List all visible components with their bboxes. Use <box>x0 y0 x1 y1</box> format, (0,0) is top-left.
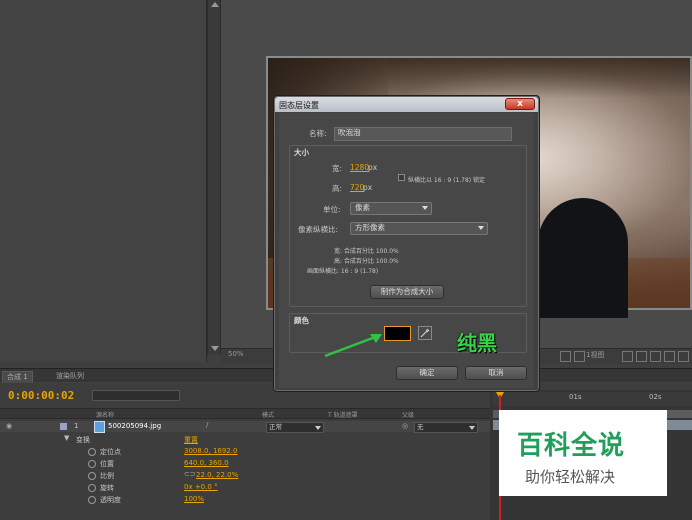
stopwatch-icon[interactable] <box>88 496 96 504</box>
quality-icon[interactable]: / <box>206 421 208 429</box>
transform-reset-link[interactable]: 重置 <box>184 435 198 445</box>
person-silhouette <box>538 198 628 318</box>
dialog-close-button[interactable]: x <box>505 98 535 110</box>
info-height: 高: 合成百分比 100.0% <box>334 258 399 265</box>
lock-aspect-checkbox[interactable] <box>398 174 405 181</box>
eye-icon[interactable]: ◉ <box>6 422 12 430</box>
stopwatch-icon[interactable] <box>88 448 96 456</box>
width-label: 宽: <box>332 164 343 173</box>
col-parent[interactable]: 父级 <box>402 410 414 419</box>
make-comp-size-button[interactable]: 制作为合成大小 <box>370 285 444 299</box>
pixel-aspect-label: 像素纵横比: <box>298 225 339 234</box>
show-snapshot-icon[interactable] <box>664 351 675 362</box>
stopwatch-icon[interactable] <box>88 484 96 492</box>
image-file-icon <box>94 421 105 433</box>
grid-icon[interactable] <box>574 351 585 362</box>
property-label: 位置 <box>100 460 114 468</box>
annotation-arrow <box>324 334 382 358</box>
stopwatch-icon[interactable] <box>88 472 96 480</box>
view-layout-select[interactable]: 1视图 <box>586 350 604 360</box>
layer-row[interactable]: ◉ 1 500205094.jpg / 正常 ◎ 无 <box>0 421 490 433</box>
dialog-title: 固态层设置 <box>279 101 319 110</box>
height-unit: px <box>363 183 373 192</box>
transform-row[interactable]: ▼ 变换 重置 <box>0 434 490 445</box>
units-label: 单位: <box>323 205 341 214</box>
ruler-mark-2s: 02s <box>649 393 662 401</box>
property-value[interactable]: 100% <box>184 495 204 503</box>
property-value[interactable]: 3008.0, 1692.0 <box>184 447 237 455</box>
expand-triangle-icon[interactable]: ▼ <box>64 434 69 442</box>
property-row[interactable]: 比例 ⊂⊃ 22.0, 22.0% <box>0 470 490 481</box>
fast-preview-icon[interactable] <box>560 351 571 362</box>
property-value[interactable]: 640.0, 360.0 <box>184 459 229 467</box>
eyedropper-icon[interactable] <box>418 326 432 340</box>
name-label: 名称: <box>309 129 327 138</box>
size-group-label: 大小 <box>294 148 309 157</box>
toggle-pixel-icon[interactable] <box>622 351 633 362</box>
parent-pick-whip-icon[interactable]: ◎ <box>402 422 408 430</box>
info-frame-aspect: 画面纵横比: 16 : 9 (1.78) <box>307 268 379 275</box>
layer-column-header: 源名称 模式 T 轨道遮罩 父级 <box>0 408 490 419</box>
channel-icon[interactable] <box>678 351 689 362</box>
property-value[interactable]: 0x +0.0 ° <box>184 483 218 491</box>
parent-select[interactable]: 无 <box>414 422 478 433</box>
cancel-button[interactable]: 取消 <box>465 366 527 380</box>
pixel-aspect-select[interactable]: 方形像素 <box>350 222 488 235</box>
scroll-down-icon[interactable] <box>211 346 219 351</box>
tab-render-queue[interactable]: 渲染队列 <box>52 371 88 382</box>
layer-name[interactable]: 500205094.jpg <box>108 422 161 430</box>
annotation-label: 纯黑 <box>457 331 497 355</box>
ruler-mark-1s: 01s <box>569 393 582 401</box>
blend-mode-select[interactable]: 正常 <box>266 422 324 433</box>
property-label: 定位点 <box>100 448 121 456</box>
ok-button[interactable]: 确定 <box>396 366 458 380</box>
property-row[interactable]: 定位点 3008.0, 1692.0 <box>0 446 490 457</box>
layer-label-color[interactable] <box>60 423 67 430</box>
height-label: 高: <box>332 184 343 193</box>
transform-label: 变换 <box>76 436 90 444</box>
project-panel <box>0 0 207 362</box>
property-row[interactable]: 位置 640.0, 360.0 <box>0 458 490 469</box>
stopwatch-icon[interactable] <box>88 460 96 468</box>
col-track-matte[interactable]: T 轨道遮罩 <box>328 410 358 419</box>
info-width: 宽: 合成百分比 100.0% <box>334 248 399 255</box>
col-source-name[interactable]: 源名称 <box>96 410 114 419</box>
units-select[interactable]: 像素 <box>350 202 432 215</box>
property-label: 透明度 <box>100 496 121 504</box>
reset-exposure-icon[interactable] <box>636 351 647 362</box>
watermark-title: 百科全说 <box>517 431 626 461</box>
col-mode[interactable]: 模式 <box>262 410 274 419</box>
name-input[interactable]: 吹泡泡 <box>334 127 512 141</box>
property-row[interactable]: 旋转 0x +0.0 ° <box>0 482 490 493</box>
property-label: 旋转 <box>100 484 114 492</box>
property-label: 比例 <box>100 472 114 480</box>
watermark-subtitle: 助你轻松解决 <box>525 468 616 486</box>
scroll-up-icon[interactable] <box>211 2 219 7</box>
lock-aspect-label: 纵横比以 16 : 9 (1.78) 锁定 <box>408 177 486 184</box>
property-row[interactable]: 透明度 100% <box>0 494 490 505</box>
property-value[interactable]: 22.0, 22.0% <box>196 471 238 479</box>
time-ruler[interactable]: 01s 02s <box>493 392 692 406</box>
current-timecode[interactable]: 0:00:00:02 <box>8 389 74 402</box>
layer-index: 1 <box>74 422 79 430</box>
width-unit: px <box>368 163 378 172</box>
snapshot-icon[interactable] <box>650 351 661 362</box>
constrain-link-icon[interactable]: ⊂⊃ <box>184 470 196 478</box>
timeline-search-input[interactable] <box>92 390 180 401</box>
project-scrollbar[interactable] <box>207 0 221 355</box>
color-group-label: 颜色 <box>294 316 309 325</box>
zoom-level[interactable]: 50% <box>228 350 244 358</box>
width-value[interactable]: 1280 <box>350 163 369 172</box>
